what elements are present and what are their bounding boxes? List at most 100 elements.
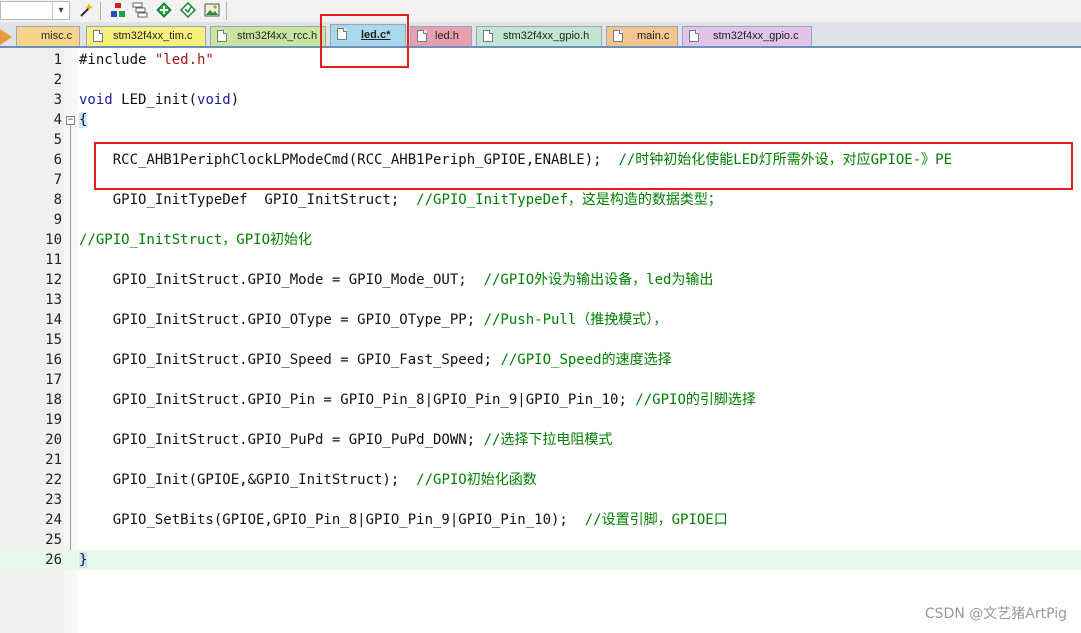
line-number: 14	[45, 312, 62, 328]
tab-misc-c[interactable]: misc.c	[16, 26, 80, 46]
code-line[interactable]: 23	[0, 490, 1081, 510]
toolbar: ▾	[0, 0, 1081, 22]
code-text: GPIO_InitStruct.GPIO_OType = GPIO_OType_…	[79, 310, 668, 330]
toolbar-separator	[100, 2, 101, 20]
tab-led-h[interactable]: led.h	[410, 26, 472, 46]
code-line[interactable]: 25	[0, 530, 1081, 550]
code-line[interactable]: 16 GPIO_InitStruct.GPIO_Speed = GPIO_Fas…	[0, 350, 1081, 370]
code-line[interactable]: 8 GPIO_InitTypeDef GPIO_InitStruct; //GP…	[0, 190, 1081, 210]
code-line[interactable]: 19	[0, 410, 1081, 430]
tab-stm32f4xx-rcc-h[interactable]: stm32f4xx_rcc.h	[210, 26, 326, 46]
tab-label: led.h	[435, 30, 459, 42]
code-comment: //GPIO_InitStruct，GPIO初始化	[79, 232, 313, 248]
code-line[interactable]: 14 GPIO_InitStruct.GPIO_OType = GPIO_OTy…	[0, 310, 1081, 330]
code-line[interactable]: 10 //GPIO_InitStruct，GPIO初始化	[0, 230, 1081, 250]
code-comment: //设置引脚，GPIOE口	[584, 512, 728, 528]
code-text: GPIO_InitStruct.GPIO_Speed = GPIO_Fast_S…	[79, 350, 672, 370]
build-stack-icon[interactable]	[110, 2, 126, 18]
line-number: 24	[45, 512, 62, 528]
line-number: 12	[45, 272, 62, 288]
code-token: }	[79, 552, 88, 568]
code-comment: //GPIO_Speed的速度选择	[500, 352, 672, 368]
code-token: GPIO_InitStruct.GPIO_PuPd = GPIO_PuPd_DO…	[79, 432, 484, 448]
diamond-green-icon[interactable]	[156, 2, 172, 18]
code-text: //GPIO_InitStruct，GPIO初始化	[79, 230, 312, 250]
code-token: GPIO_InitTypeDef GPIO_InitStruct;	[79, 192, 417, 208]
tab-scroll-arrow-icon[interactable]	[0, 29, 12, 45]
line-number: 16	[45, 352, 62, 368]
line-number: 9	[53, 212, 62, 228]
code-token: #include	[79, 52, 155, 68]
dropdown-arrow-icon[interactable]: ▾	[52, 2, 69, 19]
tab-main-c[interactable]: main.c	[606, 26, 678, 46]
line-number: 15	[45, 332, 62, 348]
line-number: 17	[45, 372, 62, 388]
wand-icon[interactable]	[78, 2, 94, 18]
annotation-box-line-6	[94, 142, 1073, 190]
target-combo[interactable]: ▾	[0, 1, 70, 20]
file-icon	[217, 30, 227, 42]
code-text: #include "led.h"	[79, 50, 214, 70]
tab-label: stm32f4xx_gpio.h	[503, 30, 590, 42]
line-number: 8	[53, 192, 62, 208]
line-number: 10	[45, 232, 62, 248]
code-line[interactable]: 13	[0, 290, 1081, 310]
code-line[interactable]: 26}	[0, 550, 1081, 570]
code-editor[interactable]: − 1 #include "led.h" 2 3 void LED_init(void)…	[0, 48, 1081, 633]
code-line[interactable]: 24 GPIO_SetBits(GPIOE,GPIO_Pin_8|GPIO_Pi…	[0, 510, 1081, 530]
tab-stm32f4xx-gpio-c[interactable]: stm32f4xx_gpio.c	[682, 26, 812, 46]
code-text: {	[79, 110, 88, 130]
line-number: 26	[45, 552, 62, 568]
editor-tab-bar: misc.c stm32f4xx_tim.c stm32f4xx_rcc.h l…	[0, 22, 1081, 48]
code-line[interactable]: 4{	[0, 110, 1081, 130]
code-keyword: void	[197, 92, 231, 108]
code-line[interactable]: 21	[0, 450, 1081, 470]
file-icon	[613, 30, 623, 42]
tab-stm32f4xx-gpio-h[interactable]: stm32f4xx_gpio.h	[476, 26, 602, 46]
line-number: 3	[53, 92, 62, 108]
line-number: 23	[45, 492, 62, 508]
code-line[interactable]: 18 GPIO_InitStruct.GPIO_Pin = GPIO_Pin_8…	[0, 390, 1081, 410]
code-comment: //选择下拉电阻模式	[483, 432, 613, 448]
layers-icon[interactable]	[132, 2, 148, 18]
code-token: GPIO_InitStruct.GPIO_OType = GPIO_OType_…	[79, 312, 484, 328]
code-token: )	[230, 92, 240, 108]
line-number: 19	[45, 412, 62, 428]
code-comment: //GPIO初始化函数	[416, 472, 537, 488]
code-line[interactable]: 17	[0, 370, 1081, 390]
watermark: CSDN @文艺猪ArtPig	[924, 606, 1067, 622]
code-text: GPIO_Init(GPIOE,&GPIO_InitStruct); //GPI…	[79, 470, 537, 490]
image-chip-icon[interactable]	[204, 2, 220, 18]
code-line[interactable]: 20 GPIO_InitStruct.GPIO_PuPd = GPIO_PuPd…	[0, 430, 1081, 450]
code-comment: //GPIO_InitTypeDef，这是构造的数据类型；	[416, 192, 722, 208]
file-icon	[93, 30, 103, 42]
code-comment: //GPIO的引脚选择	[635, 392, 756, 408]
tab-label: main.c	[637, 30, 670, 42]
code-token: LED_init(	[112, 92, 198, 108]
file-icon	[417, 30, 427, 42]
code-line[interactable]: 9	[0, 210, 1081, 230]
tab-label: stm32f4xx_gpio.c	[713, 30, 799, 42]
code-line[interactable]: 1 #include "led.h"	[0, 50, 1081, 70]
code-token: {	[79, 112, 88, 128]
code-line[interactable]: 15	[0, 330, 1081, 350]
line-number: 25	[45, 532, 62, 548]
code-token: GPIO_SetBits(GPIOE,GPIO_Pin_8|GPIO_Pin_9…	[79, 512, 585, 528]
code-comment: //GPIO外设为输出设备，led为输出	[483, 272, 714, 288]
code-line[interactable]: 2	[0, 70, 1081, 90]
code-text: void LED_init(void)	[79, 90, 239, 110]
code-text: GPIO_SetBits(GPIOE,GPIO_Pin_8|GPIO_Pin_9…	[79, 510, 728, 530]
code-token: GPIO_InitStruct.GPIO_Pin = GPIO_Pin_8|GP…	[79, 392, 636, 408]
diamond-outline-icon[interactable]	[180, 2, 196, 18]
code-line[interactable]: 22 GPIO_Init(GPIOE,&GPIO_InitStruct); //…	[0, 470, 1081, 490]
code-line[interactable]: 12 GPIO_InitStruct.GPIO_Mode = GPIO_Mode…	[0, 270, 1081, 290]
line-number: 6	[53, 152, 62, 168]
line-number: 1	[53, 52, 62, 68]
tab-stm32f4xx-tim-c[interactable]: stm32f4xx_tim.c	[86, 26, 206, 46]
code-text: GPIO_InitStruct.GPIO_PuPd = GPIO_PuPd_DO…	[79, 430, 613, 450]
code-line[interactable]: 3 void LED_init(void)	[0, 90, 1081, 110]
file-icon	[689, 30, 699, 42]
code-line[interactable]: 11	[0, 250, 1081, 270]
line-number: 20	[45, 432, 62, 448]
code-token: GPIO_Init(GPIOE,&GPIO_InitStruct);	[79, 472, 417, 488]
